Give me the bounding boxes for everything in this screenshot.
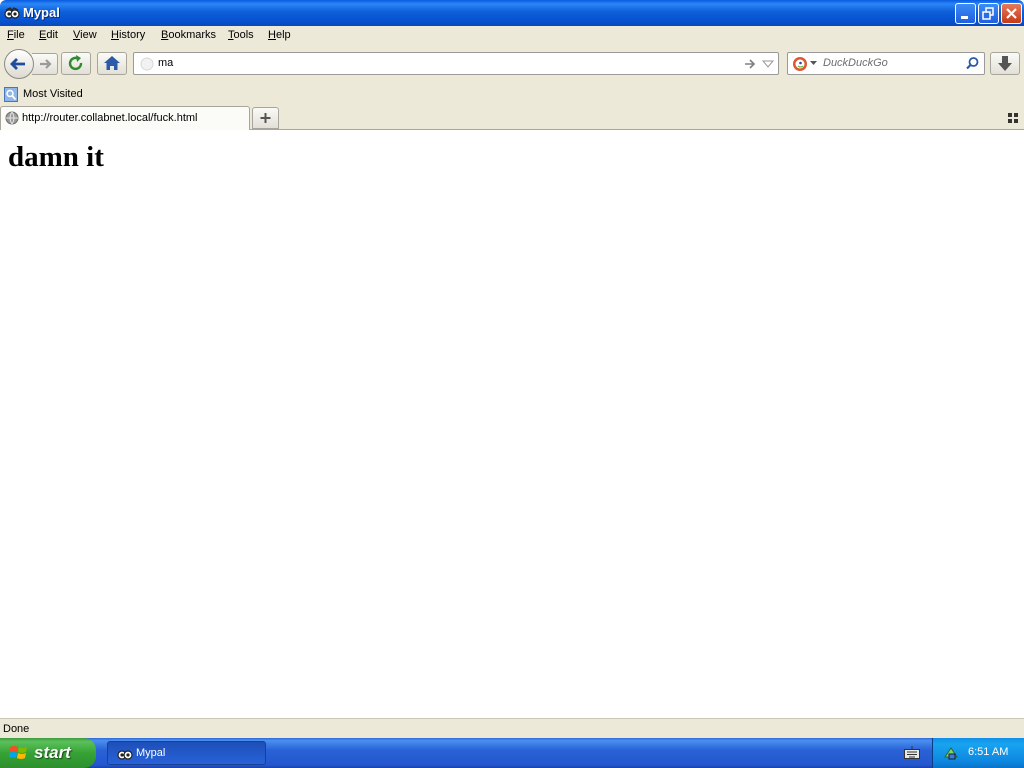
menu-help-accesskey: H (268, 29, 276, 41)
navigation-toolbar (0, 46, 1024, 84)
site-identity-icon (140, 57, 154, 71)
engine-dropdown-icon[interactable] (810, 61, 818, 67)
back-button[interactable] (4, 49, 34, 79)
restore-icon (982, 7, 994, 20)
new-tab-button[interactable] (252, 107, 279, 129)
menu-file-accesskey: F (7, 29, 14, 41)
restore-button[interactable] (978, 3, 999, 24)
minimize-button[interactable] (955, 3, 976, 24)
taskbar-item-mypal[interactable]: Mypal (107, 741, 266, 765)
mypal-logo-icon (4, 7, 20, 19)
network-icon[interactable] (943, 745, 959, 761)
menu-edit[interactable]: Edit (39, 29, 58, 41)
start-button[interactable]: start (0, 738, 96, 768)
forward-button[interactable] (32, 53, 58, 75)
home-button[interactable] (97, 52, 127, 75)
menu-tools[interactable]: Tools (228, 29, 254, 41)
taskbar-item-label: Mypal (136, 747, 166, 759)
most-visited-label: Most Visited (23, 88, 83, 100)
dropdown-arrow-icon[interactable] (762, 58, 774, 70)
plus-icon (260, 113, 271, 123)
arrow-right-icon (40, 59, 52, 69)
search-icon[interactable] (965, 56, 980, 71)
download-icon (998, 56, 1012, 71)
close-icon (1006, 8, 1017, 19)
menu-bar: File Edit View History Bookmarks Tools H… (0, 26, 1024, 46)
menu-view[interactable]: View (73, 29, 97, 41)
reload-button[interactable] (61, 52, 91, 75)
downloads-button[interactable] (990, 52, 1020, 75)
status-bar: Done (0, 718, 1024, 738)
reload-icon (68, 55, 83, 71)
menu-view-label: iew (80, 29, 97, 41)
title-bar: Mypal (0, 0, 1024, 26)
list-all-tabs-icon[interactable] (1006, 111, 1020, 125)
search-bar[interactable] (787, 52, 985, 75)
taskbar: start Mypal 6:51 AM (0, 738, 1024, 768)
menu-bookmarks[interactable]: Bookmarks (161, 29, 216, 41)
tab-label: http://router.collabnet.local/fuck.html (22, 112, 198, 124)
arrow-left-icon (10, 58, 25, 70)
menu-history-label: istory (118, 29, 146, 41)
page-heading: damn it (8, 141, 104, 173)
status-text: Done (3, 723, 30, 735)
most-visited-folder-icon (4, 87, 18, 102)
keyboard-icon[interactable] (904, 746, 920, 760)
home-icon (104, 56, 120, 70)
tab-strip: http://router.collabnet.local/fuck.html (0, 105, 1024, 130)
tab-active[interactable]: http://router.collabnet.local/fuck.html (0, 106, 250, 130)
url-input[interactable] (158, 57, 718, 69)
menu-tools-label: ools (233, 29, 254, 41)
mypal-taskbar-icon (117, 750, 133, 760)
clock[interactable]: 6:51 AM (968, 746, 1008, 758)
start-label: start (34, 743, 71, 762)
menu-file[interactable]: File (7, 29, 25, 41)
menu-bookmarks-label: ookmarks (168, 29, 217, 41)
system-tray: 6:51 AM (932, 738, 1024, 768)
minimize-icon (961, 16, 968, 19)
menu-history[interactable]: History (111, 29, 145, 41)
go-arrow-icon[interactable] (743, 57, 757, 71)
close-button[interactable] (1001, 3, 1022, 24)
menu-history-accesskey: H (111, 29, 119, 41)
windows-logo-icon (9, 746, 27, 759)
duckduckgo-icon[interactable] (792, 56, 808, 72)
page-content: damn it (0, 130, 1024, 718)
bookmarks-toolbar: Most Visited (0, 84, 1024, 105)
menu-file-label: ile (13, 29, 25, 41)
window-title: Mypal (23, 5, 60, 20)
search-input[interactable] (823, 57, 958, 69)
menu-help-label: elp (275, 29, 291, 41)
address-bar[interactable] (133, 52, 779, 75)
globe-icon (5, 111, 19, 125)
menu-help[interactable]: Help (268, 29, 291, 41)
menu-edit-label: dit (46, 29, 58, 41)
